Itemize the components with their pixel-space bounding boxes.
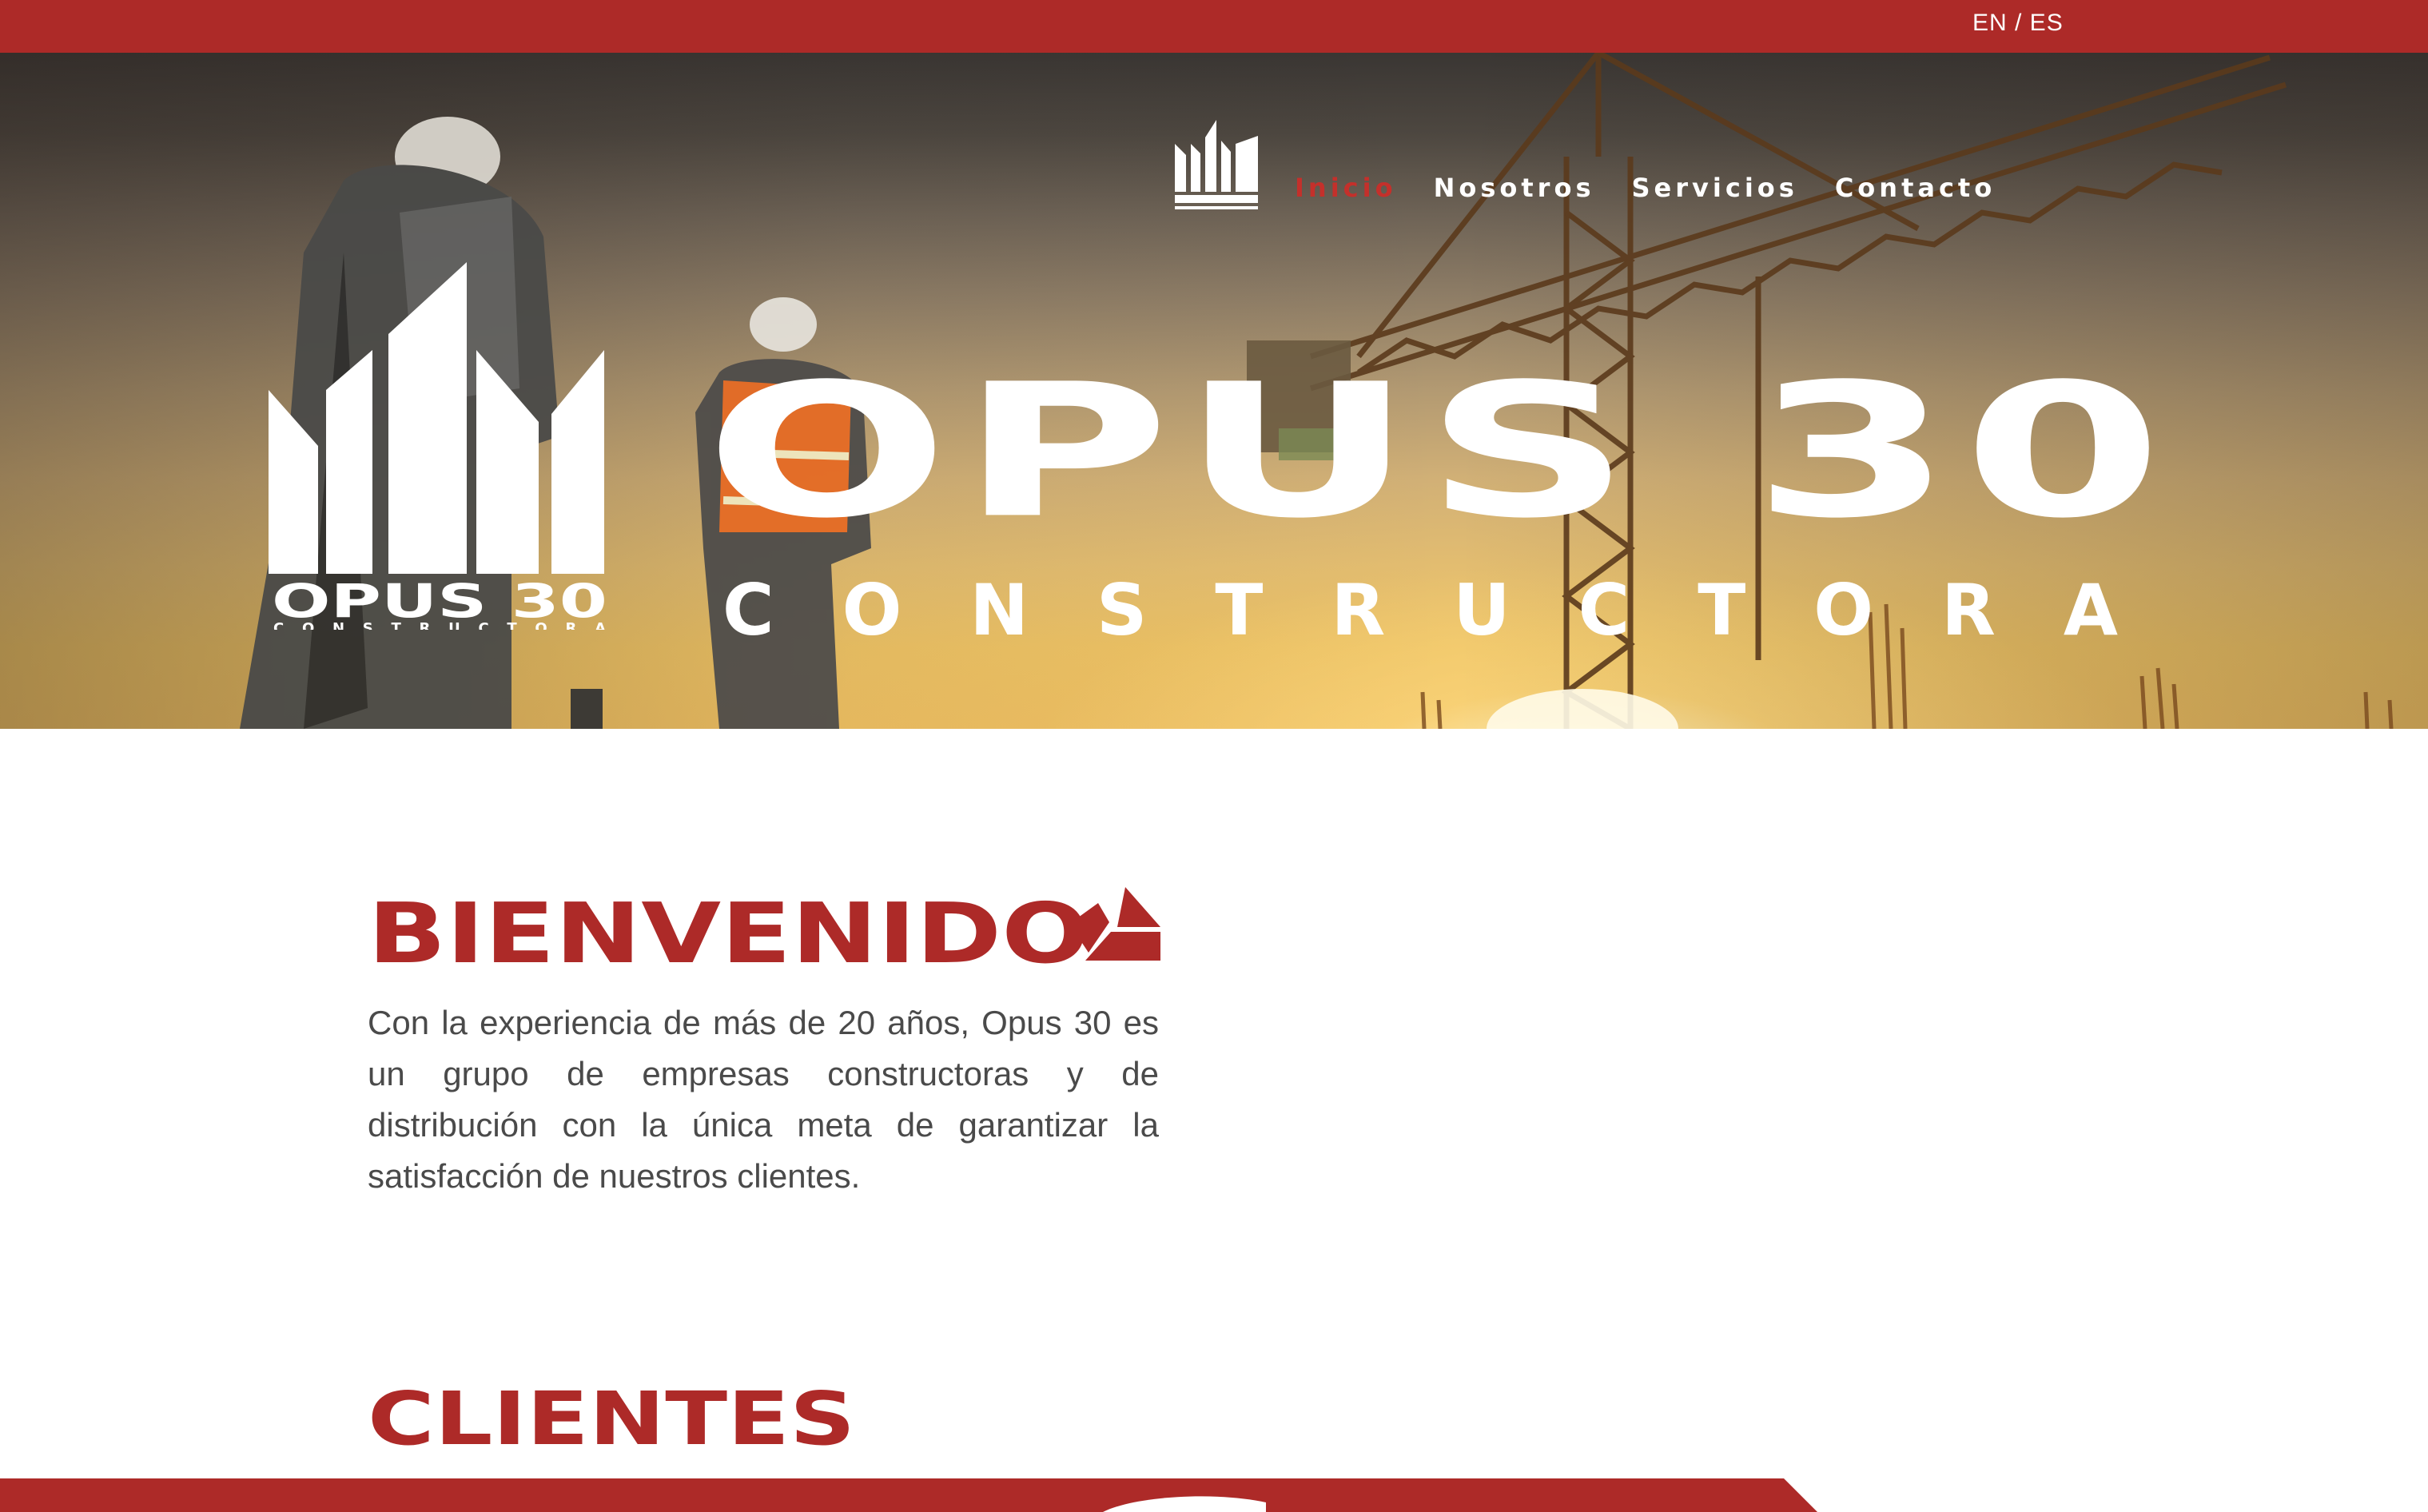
hero-title: OPUS 30 bbox=[705, 344, 2174, 559]
hero-subtitle: CONSTRUCTORA bbox=[722, 569, 2186, 651]
opus30-mark-icon bbox=[1069, 887, 1160, 961]
hero-banner: Inicio Nosotros Servicios Contacto OPUS … bbox=[0, 53, 2428, 729]
nav-item-inicio[interactable]: Inicio bbox=[1295, 173, 1397, 203]
welcome-title: BIENVENIDO bbox=[368, 885, 1089, 982]
top-bar: EN / ES bbox=[0, 0, 2428, 53]
logo-word: OPUS 30 bbox=[272, 574, 607, 628]
nav-item-nosotros[interactable]: Nosotros bbox=[1434, 173, 1595, 203]
nav-item-servicios[interactable]: Servicios bbox=[1631, 173, 1797, 203]
main-nav: Inicio Nosotros Servicios Contacto bbox=[1295, 173, 1996, 203]
clients-band bbox=[0, 1478, 1817, 1512]
opus30-logo-large-icon: OPUS 30 CONSTRUCTORA bbox=[269, 262, 607, 630]
welcome-text: Con la experiencia de más de 20 años, Op… bbox=[368, 1004, 1159, 1195]
language-switch[interactable]: EN / ES bbox=[1972, 10, 2064, 37]
clients-title: CLIENTES bbox=[368, 1376, 856, 1462]
opus30-logo-icon[interactable] bbox=[1172, 120, 1261, 214]
nav-item-contacto[interactable]: Contacto bbox=[1835, 173, 1996, 203]
